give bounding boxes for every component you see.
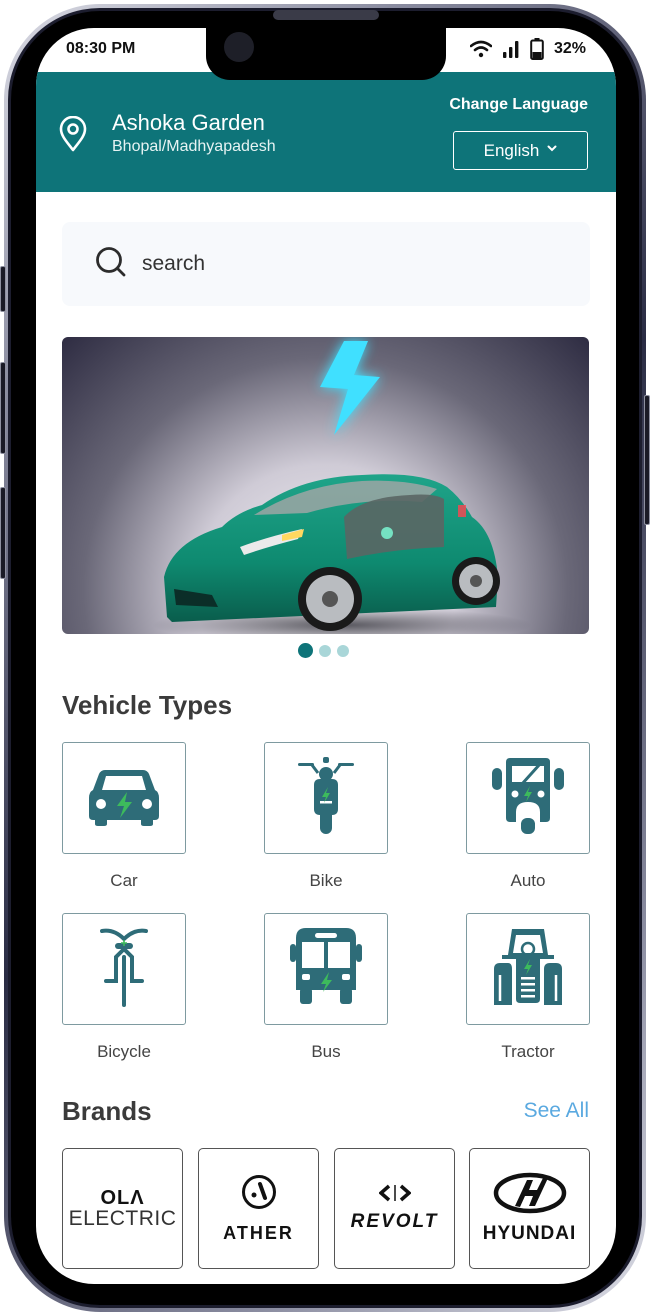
app-screen: 08:30 PM 32% Ashoka Garden Bhopal/Madhya… <box>36 28 616 1284</box>
bus-icon <box>290 927 362 1011</box>
promo-banner[interactable] <box>62 337 589 634</box>
vehicle-type-bike[interactable] <box>264 742 388 854</box>
search-placeholder: search <box>142 252 206 275</box>
car-icon <box>87 766 161 831</box>
ather-logo-icon <box>241 1174 277 1215</box>
brands-title: Brands <box>62 1096 152 1126</box>
hyundai-logo-text: HYUNDAI <box>482 1223 577 1244</box>
location-header: Ashoka Garden Bhopal/Madhyapadesh Change… <box>36 72 616 192</box>
ather-logo-text: ATHER <box>223 1222 294 1243</box>
search-input[interactable]: search <box>62 222 590 306</box>
bicycle-icon <box>100 927 148 1012</box>
change-language-label: Change Language <box>449 96 588 113</box>
search-icon <box>94 245 128 284</box>
auto-rickshaw-icon <box>492 756 564 841</box>
volume-up-button <box>0 362 6 454</box>
brand-revolt[interactable]: REVOLT <box>334 1148 455 1269</box>
revolt-logo-text: REVOLT <box>350 1211 439 1232</box>
chevron-down-icon <box>547 144 557 155</box>
status-icons: 32% <box>469 38 586 60</box>
tractor-icon <box>494 927 562 1012</box>
vehicle-type-bicycle[interactable] <box>62 913 186 1025</box>
volume-down-button <box>0 487 6 579</box>
brand-ather[interactable]: ATHER <box>198 1148 319 1269</box>
hyundai-logo-icon <box>493 1172 567 1219</box>
lightning-bolt-icon <box>320 341 380 435</box>
vehicle-type-label: Auto <box>510 871 546 890</box>
mute-switch <box>0 266 6 312</box>
language-dropdown[interactable]: English <box>453 131 588 170</box>
carousel-dot[interactable] <box>319 644 331 657</box>
front-camera <box>224 32 254 62</box>
carousel-indicator <box>298 643 349 658</box>
carousel-dot-active[interactable] <box>298 643 313 658</box>
vehicle-type-label: Bike <box>309 871 343 890</box>
vehicle-type-auto[interactable] <box>466 742 590 854</box>
location-title[interactable]: Ashoka Garden <box>112 110 265 136</box>
car-illustration <box>164 474 500 631</box>
vehicle-type-bus[interactable] <box>264 913 388 1025</box>
battery-percentage: 32% <box>553 40 586 57</box>
vehicle-type-label: Bus <box>311 1042 341 1061</box>
banner-illustration <box>152 341 532 634</box>
vehicle-type-car[interactable] <box>62 742 186 854</box>
vehicle-type-tractor[interactable] <box>466 913 590 1025</box>
language-selected: English <box>483 140 540 160</box>
location-pin-icon[interactable] <box>58 115 88 157</box>
vehicle-types-title: Vehicle Types <box>62 690 233 720</box>
location-subtitle: Bhopal/Madhyapadesh <box>112 138 276 155</box>
power-button <box>644 395 650 525</box>
brand-ola-electric[interactable]: OLΛ ELECTRIC <box>62 1148 183 1269</box>
brand-hyundai[interactable]: HYUNDAI <box>469 1148 590 1269</box>
signal-icon <box>502 40 520 58</box>
revolt-logo-icon <box>377 1184 412 1207</box>
battery-icon <box>530 38 544 60</box>
scooter-icon <box>298 756 354 840</box>
vehicle-type-label: Car <box>110 871 138 890</box>
ola-logo-text: OLΛ <box>100 1186 145 1209</box>
status-time: 08:30 PM <box>66 40 136 57</box>
carousel-dot[interactable] <box>337 644 349 657</box>
vehicle-type-label: Bicycle <box>97 1042 151 1061</box>
speaker-grille <box>273 10 379 20</box>
wifi-icon <box>469 40 492 58</box>
vehicle-type-label: Tractor <box>501 1042 555 1061</box>
ola-logo-subtext: ELECTRIC <box>68 1206 177 1230</box>
see-all-brands-link[interactable]: See All <box>524 1099 589 1123</box>
